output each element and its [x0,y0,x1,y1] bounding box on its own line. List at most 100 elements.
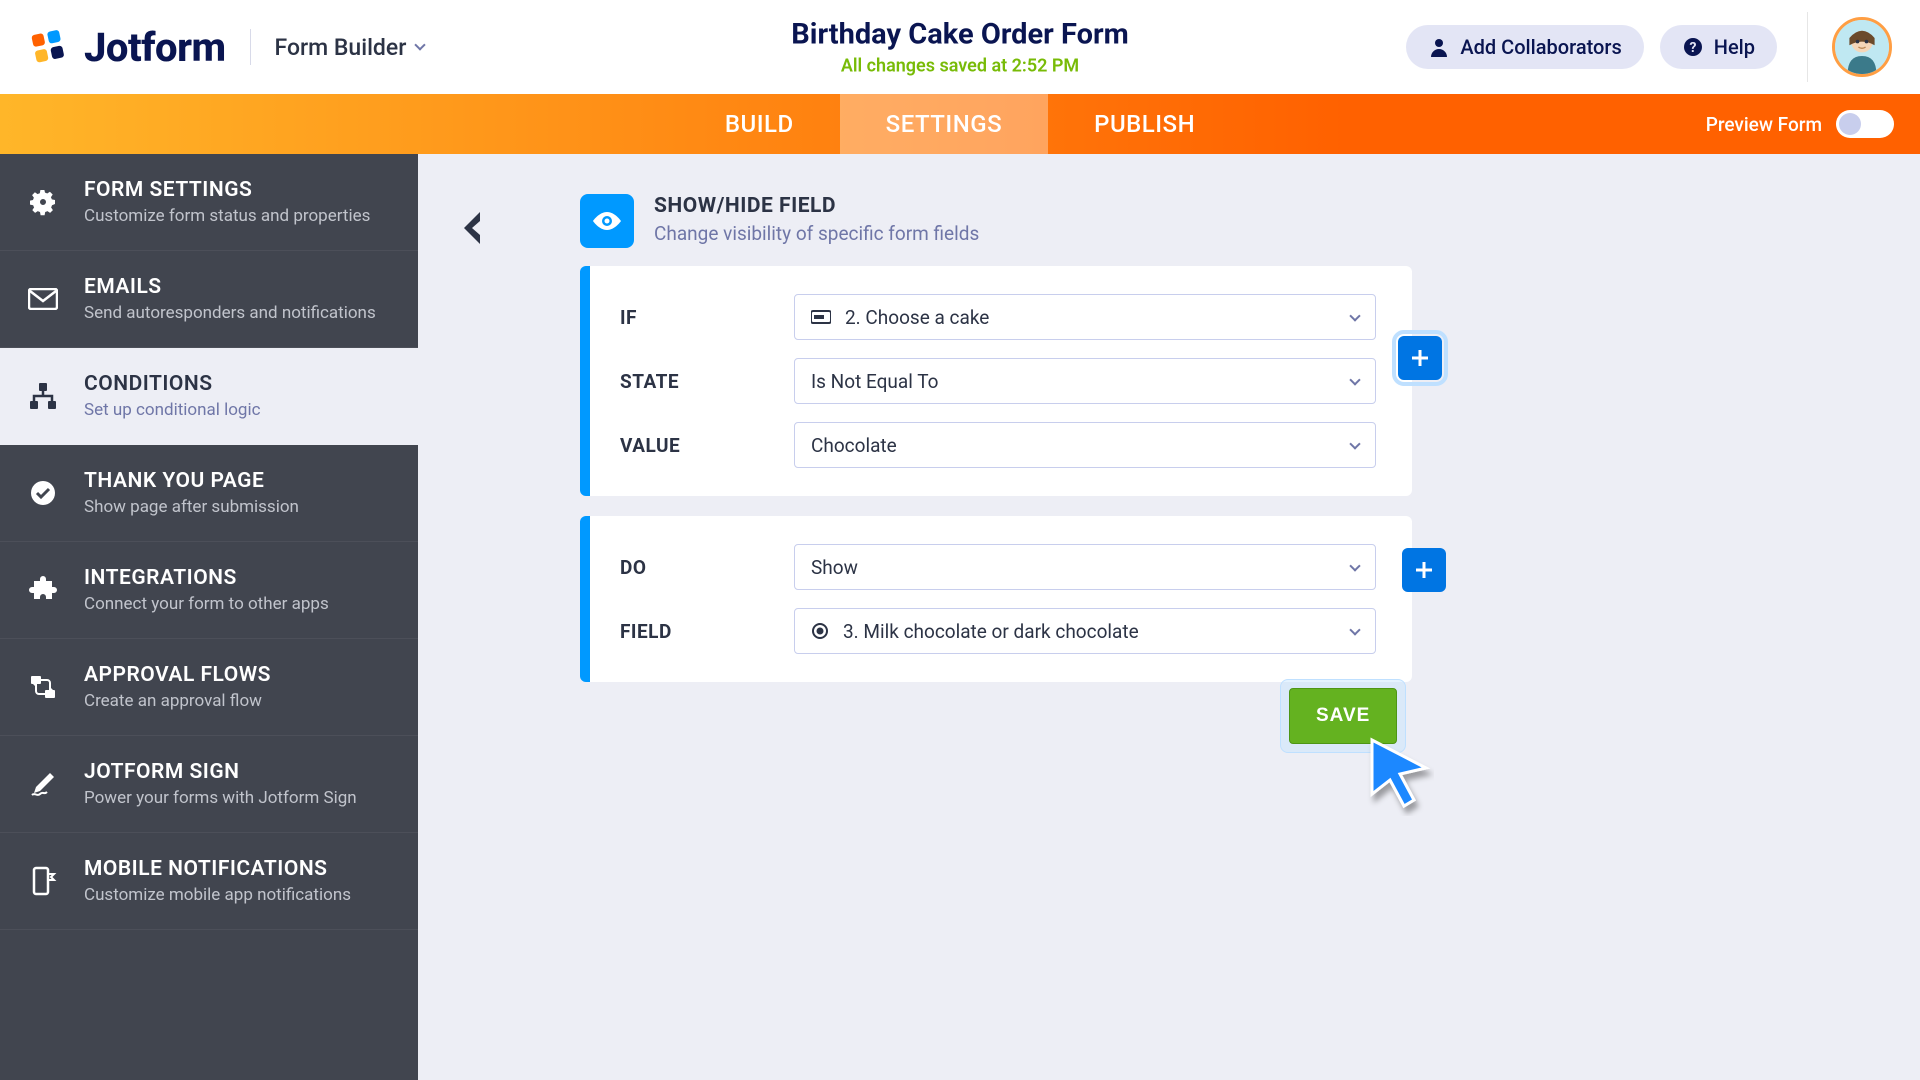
row-label: FIELD [620,620,794,643]
mail-icon [26,282,60,316]
row-label: DO [620,556,794,579]
tab-publish[interactable]: PUBLISH [1048,94,1241,154]
sidebar-item-form-settings[interactable]: FORM SETTINGS Customize form status and p… [0,154,418,251]
add-do-rule-button[interactable] [1402,548,1446,592]
add-collaborators-label: Add Collaborators [1460,35,1621,59]
add-collaborators-button[interactable]: Add Collaborators [1406,25,1643,69]
form-builder-dropdown[interactable]: Form Builder [275,34,425,61]
person-icon [1428,36,1450,58]
sidebar-title: MOBILE NOTIFICATIONS [84,857,351,881]
select-value: 3. Milk chocolate or dark chocolate [843,620,1139,643]
eye-icon [580,194,634,248]
divider [1807,12,1808,82]
do-action-card: DO Show FIELD 3. Milk chocolate or dark … [580,516,1412,682]
do-select[interactable]: Show [794,544,1376,590]
preview-form-toggle-wrap: Preview Form [1706,110,1894,138]
sidebar-sub: Power your forms with Jotform Sign [84,788,357,808]
mobile-icon [26,864,60,898]
main-panel: SHOW/HIDE FIELD Change visibility of spe… [418,154,1920,1080]
sidebar-title: INTEGRATIONS [84,566,329,590]
sidebar-item-approval-flows[interactable]: APPROVAL FLOWS Create an approval flow [0,639,418,736]
avatar[interactable] [1832,17,1892,77]
sidebar-item-mobile-notifications[interactable]: MOBILE NOTIFICATIONS Customize mobile app… [0,833,418,930]
tab-settings[interactable]: SETTINGS [840,94,1048,154]
sidebar-item-jotform-sign[interactable]: JOTFORM SIGN Power your forms with Jotfor… [0,736,418,833]
logo-text: Jotform [84,24,226,71]
cursor-pointer-icon [1364,734,1434,820]
condition-row-state: STATE Is Not Equal To [620,358,1376,404]
preview-form-toggle[interactable] [1836,110,1894,138]
dropdown-field-icon [811,309,831,325]
select-value: Is Not Equal To [811,370,938,393]
condition-row-value: VALUE Chocolate [620,422,1376,468]
sidebar-sub: Send autoresponders and notifications [84,303,376,323]
sidebar-sub: Customize mobile app notifications [84,885,351,905]
state-select[interactable]: Is Not Equal To [794,358,1376,404]
value-select[interactable]: Chocolate [794,422,1376,468]
tabbar: BUILD SETTINGS PUBLISH Preview Form [0,94,1920,154]
panel-header: SHOW/HIDE FIELD Change visibility of spe… [580,194,1890,248]
help-icon: ? [1682,36,1704,58]
tabs: BUILD SETTINGS PUBLISH [679,94,1241,154]
flow-icon [26,670,60,704]
action-row-field: FIELD 3. Milk chocolate or dark chocolat… [620,608,1376,654]
puzzle-icon [26,573,60,607]
select-value: Show [811,556,858,579]
help-label: Help [1714,35,1755,59]
if-field-select[interactable]: 2. Choose a cake [794,294,1376,340]
panel-subtitle: Change visibility of specific form field… [654,222,979,245]
form-builder-label: Form Builder [275,34,407,61]
topbar-right: Add Collaborators ? Help [1406,12,1892,82]
tab-build[interactable]: BUILD [679,94,840,154]
sidebar-sub: Set up conditional logic [84,400,261,420]
sidebar-item-emails[interactable]: EMAILS Send autoresponders and notificati… [0,251,418,348]
toggle-knob [1839,113,1861,135]
sidebar-title: FORM SETTINGS [84,178,370,202]
add-if-rule-button[interactable] [1398,336,1442,380]
check-circle-icon [26,476,60,510]
logo[interactable]: Jotform [28,24,226,71]
form-title-block: Birthday Cake Order Form All changes sav… [791,18,1128,77]
sidebar-item-integrations[interactable]: INTEGRATIONS Connect your form to other a… [0,542,418,639]
row-label: VALUE [620,434,794,457]
action-row-do: DO Show [620,544,1376,590]
sidebar-sub: Create an approval flow [84,691,271,711]
select-value: Chocolate [811,434,897,457]
sidebar-title: JOTFORM SIGN [84,760,357,784]
help-button[interactable]: ? Help [1660,25,1777,69]
sidebar-sub: Customize form status and properties [84,206,370,226]
back-button[interactable] [458,208,488,252]
sidebar-item-conditions[interactable]: CONDITIONS Set up conditional logic [0,348,418,445]
radio-field-icon [811,622,829,640]
settings-sidebar: FORM SETTINGS Customize form status and p… [0,154,418,1080]
sidebar-title: CONDITIONS [84,372,261,396]
sidebar-item-thank-you[interactable]: THANK YOU PAGEShow page after submission [0,445,418,542]
panel-title: SHOW/HIDE FIELD [654,194,979,218]
body: FORM SETTINGS Customize form status and p… [0,154,1920,1080]
chevron-down-icon [1349,374,1360,385]
row-label: STATE [620,370,794,393]
preview-form-label: Preview Form [1706,113,1822,136]
chevron-down-icon [1349,624,1360,635]
conditions-icon [26,379,60,413]
field-select[interactable]: 3. Milk chocolate or dark chocolate [794,608,1376,654]
sidebar-title: EMAILS [84,275,376,299]
chevron-down-icon [1349,438,1360,449]
condition-row-if: IF 2. Choose a cake [620,294,1376,340]
divider [250,29,251,65]
select-value: 2. Choose a cake [845,306,989,329]
chevron-down-icon [1349,310,1360,321]
topbar: Jotform Form Builder Birthday Cake Order… [0,0,1920,94]
add-if-rule-col [1398,336,1442,380]
row-label: IF [620,306,794,329]
logo-mark-icon [28,26,70,68]
form-title[interactable]: Birthday Cake Order Form [791,18,1128,52]
svg-text:?: ? [1689,40,1696,56]
sidebar-sub: Connect your form to other apps [84,594,329,614]
add-do-rule-col [1402,548,1446,592]
sidebar-title: APPROVAL FLOWS [84,663,271,687]
chevron-down-icon [415,39,426,50]
gear-icon [26,185,60,219]
chevron-down-icon [1349,560,1360,571]
if-condition-card: IF 2. Choose a cake STATE Is Not Equal T… [580,266,1412,496]
